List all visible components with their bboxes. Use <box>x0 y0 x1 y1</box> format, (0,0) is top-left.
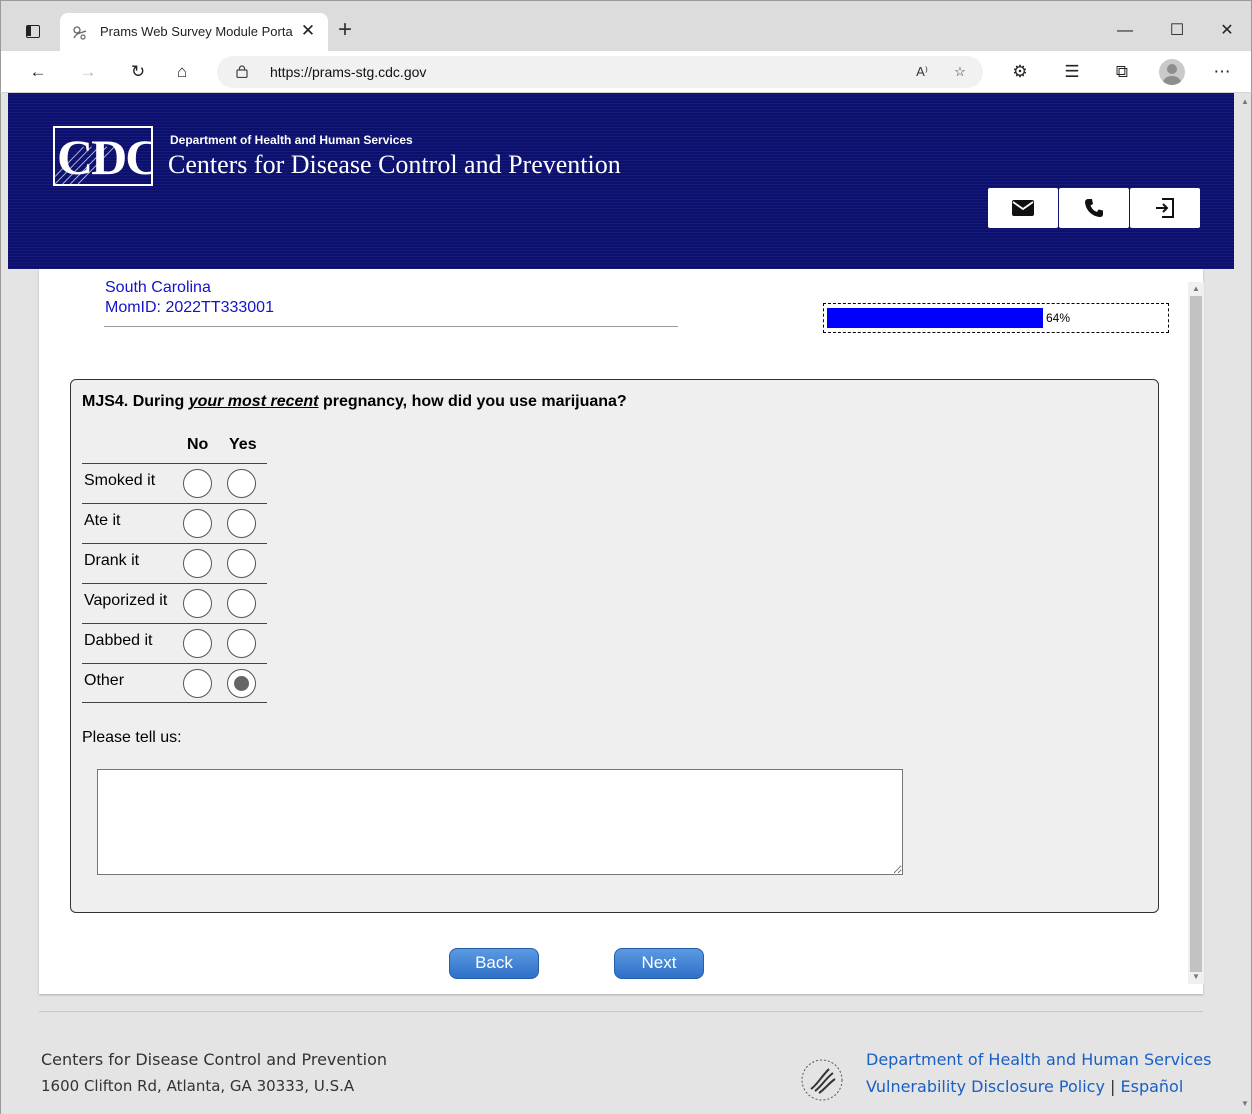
radio-vaporized-yes[interactable] <box>227 589 256 618</box>
respondent-state: South Carolina <box>105 279 211 296</box>
email-button[interactable] <box>988 188 1058 228</box>
row-label: Dabbed it <box>84 632 153 649</box>
header-divider <box>104 326 678 327</box>
cdc-logo-stripes-icon <box>55 146 115 184</box>
logout-button[interactable] <box>1130 188 1200 228</box>
survey-card: South Carolina MomID: 2022TT333001 64% M… <box>39 269 1203 994</box>
column-header-no: No <box>187 436 209 453</box>
browser-tab[interactable]: Prams Web Survey Module Porta ✕ <box>60 13 328 53</box>
page-viewport: CDC Department of Health and Human Servi… <box>0 93 1252 1114</box>
tab-actions-icon[interactable] <box>26 25 40 38</box>
collections-icon[interactable]: ⧉ <box>1109 59 1135 85</box>
tab-close-icon[interactable]: ✕ <box>299 22 317 40</box>
row-label: Other <box>84 672 125 689</box>
phone-button[interactable] <box>1059 188 1129 228</box>
column-header-yes: Yes <box>229 436 257 453</box>
radio-dabbed-no[interactable] <box>183 629 212 658</box>
survey-scrollbar[interactable]: ▲ ▼ <box>1188 282 1204 984</box>
hhs-seal-icon <box>801 1059 843 1101</box>
grid-row-smoked: Smoked it <box>82 463 267 503</box>
question-text: MJS4. During your most recent pregnancy,… <box>82 393 627 411</box>
mail-icon <box>1012 200 1034 216</box>
please-tell-us-label: Please tell us: <box>82 729 182 746</box>
question-prefix: MJS4. During <box>82 393 189 410</box>
address-bar[interactable]: https://prams-stg.cdc.gov A⁾ ☆ <box>217 56 983 88</box>
scroll-up-icon[interactable]: ▲ <box>1191 284 1201 294</box>
browser-toolbar: ← → ↻ ⌂ https://prams-stg.cdc.gov A⁾ ☆ ⚙… <box>0 51 1252 93</box>
radio-ate-no[interactable] <box>183 509 212 538</box>
footer-vdp-link[interactable]: Vulnerability Disclosure Policy <box>866 1077 1105 1096</box>
radio-dabbed-yes[interactable] <box>227 629 256 658</box>
lock-icon <box>236 65 248 78</box>
question-suffix: pregnancy, how did you use marijuana? <box>318 393 627 410</box>
please-tell-us-textarea[interactable] <box>97 769 903 875</box>
progress-bar-fill <box>827 308 1043 328</box>
radio-drank-yes[interactable] <box>227 549 256 578</box>
radio-vaporized-no[interactable] <box>183 589 212 618</box>
header-action-buttons <box>988 188 1201 228</box>
row-label: Drank it <box>84 552 140 569</box>
back-arrow-icon[interactable]: ← <box>25 59 51 85</box>
back-button[interactable]: Back <box>449 948 539 979</box>
cdc-agency-title: Centers for Disease Control and Preventi… <box>168 150 621 179</box>
grid-row-vaporized: Vaporized it <box>82 583 267 623</box>
forward-arrow-icon[interactable]: → <box>75 59 101 85</box>
extensions-icon[interactable]: ⚙ <box>1007 59 1033 85</box>
footer-address: 1600 Clifton Rd, Atlanta, GA 30333, U.S.… <box>41 1077 355 1095</box>
grid-row-other: Other <box>82 663 267 703</box>
footer-link-separator: | <box>1110 1077 1116 1096</box>
row-label: Vaporized it <box>84 592 168 609</box>
footer-hhs-link[interactable]: Department of Health and Human Services <box>866 1050 1211 1069</box>
logout-icon <box>1156 198 1174 218</box>
refresh-icon[interactable]: ↻ <box>125 59 151 85</box>
favorites-icon[interactable]: ☰ <box>1059 59 1085 85</box>
prams-favicon-icon <box>73 26 87 40</box>
question-box: MJS4. During your most recent pregnancy,… <box>70 379 1159 913</box>
row-label: Smoked it <box>84 472 156 489</box>
progress-label: 64% <box>1046 311 1071 325</box>
browser-tab-bar: Prams Web Survey Module Porta ✕ + — ☐ ✕ <box>0 0 1252 53</box>
grid-row-ate: Ate it <box>82 503 267 543</box>
minimize-icon[interactable]: — <box>1113 19 1137 43</box>
radio-smoked-no[interactable] <box>183 469 212 498</box>
grid-row-drank: Drank it <box>82 543 267 583</box>
progress-bar: 64% <box>823 303 1169 333</box>
address-url: https://prams-stg.cdc.gov <box>270 64 427 80</box>
cdc-logo[interactable]: CDC <box>53 126 153 186</box>
cdc-header-banner: CDC Department of Health and Human Servi… <box>8 93 1234 269</box>
row-label: Ate it <box>84 512 121 529</box>
question-emphasis: your most recent <box>188 393 319 410</box>
profile-avatar[interactable] <box>1159 59 1185 85</box>
add-favorite-icon[interactable]: ☆ <box>947 60 973 84</box>
scrollbar-thumb[interactable] <box>1190 296 1202 972</box>
radio-drank-no[interactable] <box>183 549 212 578</box>
radio-ate-yes[interactable] <box>227 509 256 538</box>
hhs-department-label: Department of Health and Human Services <box>170 133 413 147</box>
next-button[interactable]: Next <box>614 948 704 979</box>
tab-title: Prams Web Survey Module Porta <box>100 24 293 39</box>
phone-icon <box>1085 199 1103 217</box>
page-scroll-down-icon[interactable]: ▼ <box>1240 1099 1250 1108</box>
respondent-momid: MomID: 2022TT333001 <box>105 299 274 316</box>
grid-row-dabbed: Dabbed it <box>82 623 267 663</box>
read-aloud-icon[interactable]: A⁾ <box>909 60 935 84</box>
more-menu-icon[interactable]: ⋯ <box>1209 59 1235 85</box>
page-scroll-up-icon[interactable]: ▲ <box>1240 97 1250 106</box>
radio-other-yes[interactable] <box>227 669 256 698</box>
footer-espanol-link[interactable]: Español <box>1121 1077 1184 1096</box>
window-close-icon[interactable]: ✕ <box>1215 19 1239 43</box>
footer-org-name: Centers for Disease Control and Preventi… <box>41 1050 388 1069</box>
radio-smoked-yes[interactable] <box>227 469 256 498</box>
scroll-down-icon[interactable]: ▼ <box>1191 972 1201 982</box>
maximize-icon[interactable]: ☐ <box>1165 19 1189 43</box>
radio-other-no[interactable] <box>183 669 212 698</box>
new-tab-icon[interactable]: + <box>333 18 357 43</box>
footer-links: Vulnerability Disclosure Policy | Españo… <box>866 1077 1183 1096</box>
footer-divider <box>39 1011 1203 1012</box>
home-icon[interactable]: ⌂ <box>169 59 195 85</box>
